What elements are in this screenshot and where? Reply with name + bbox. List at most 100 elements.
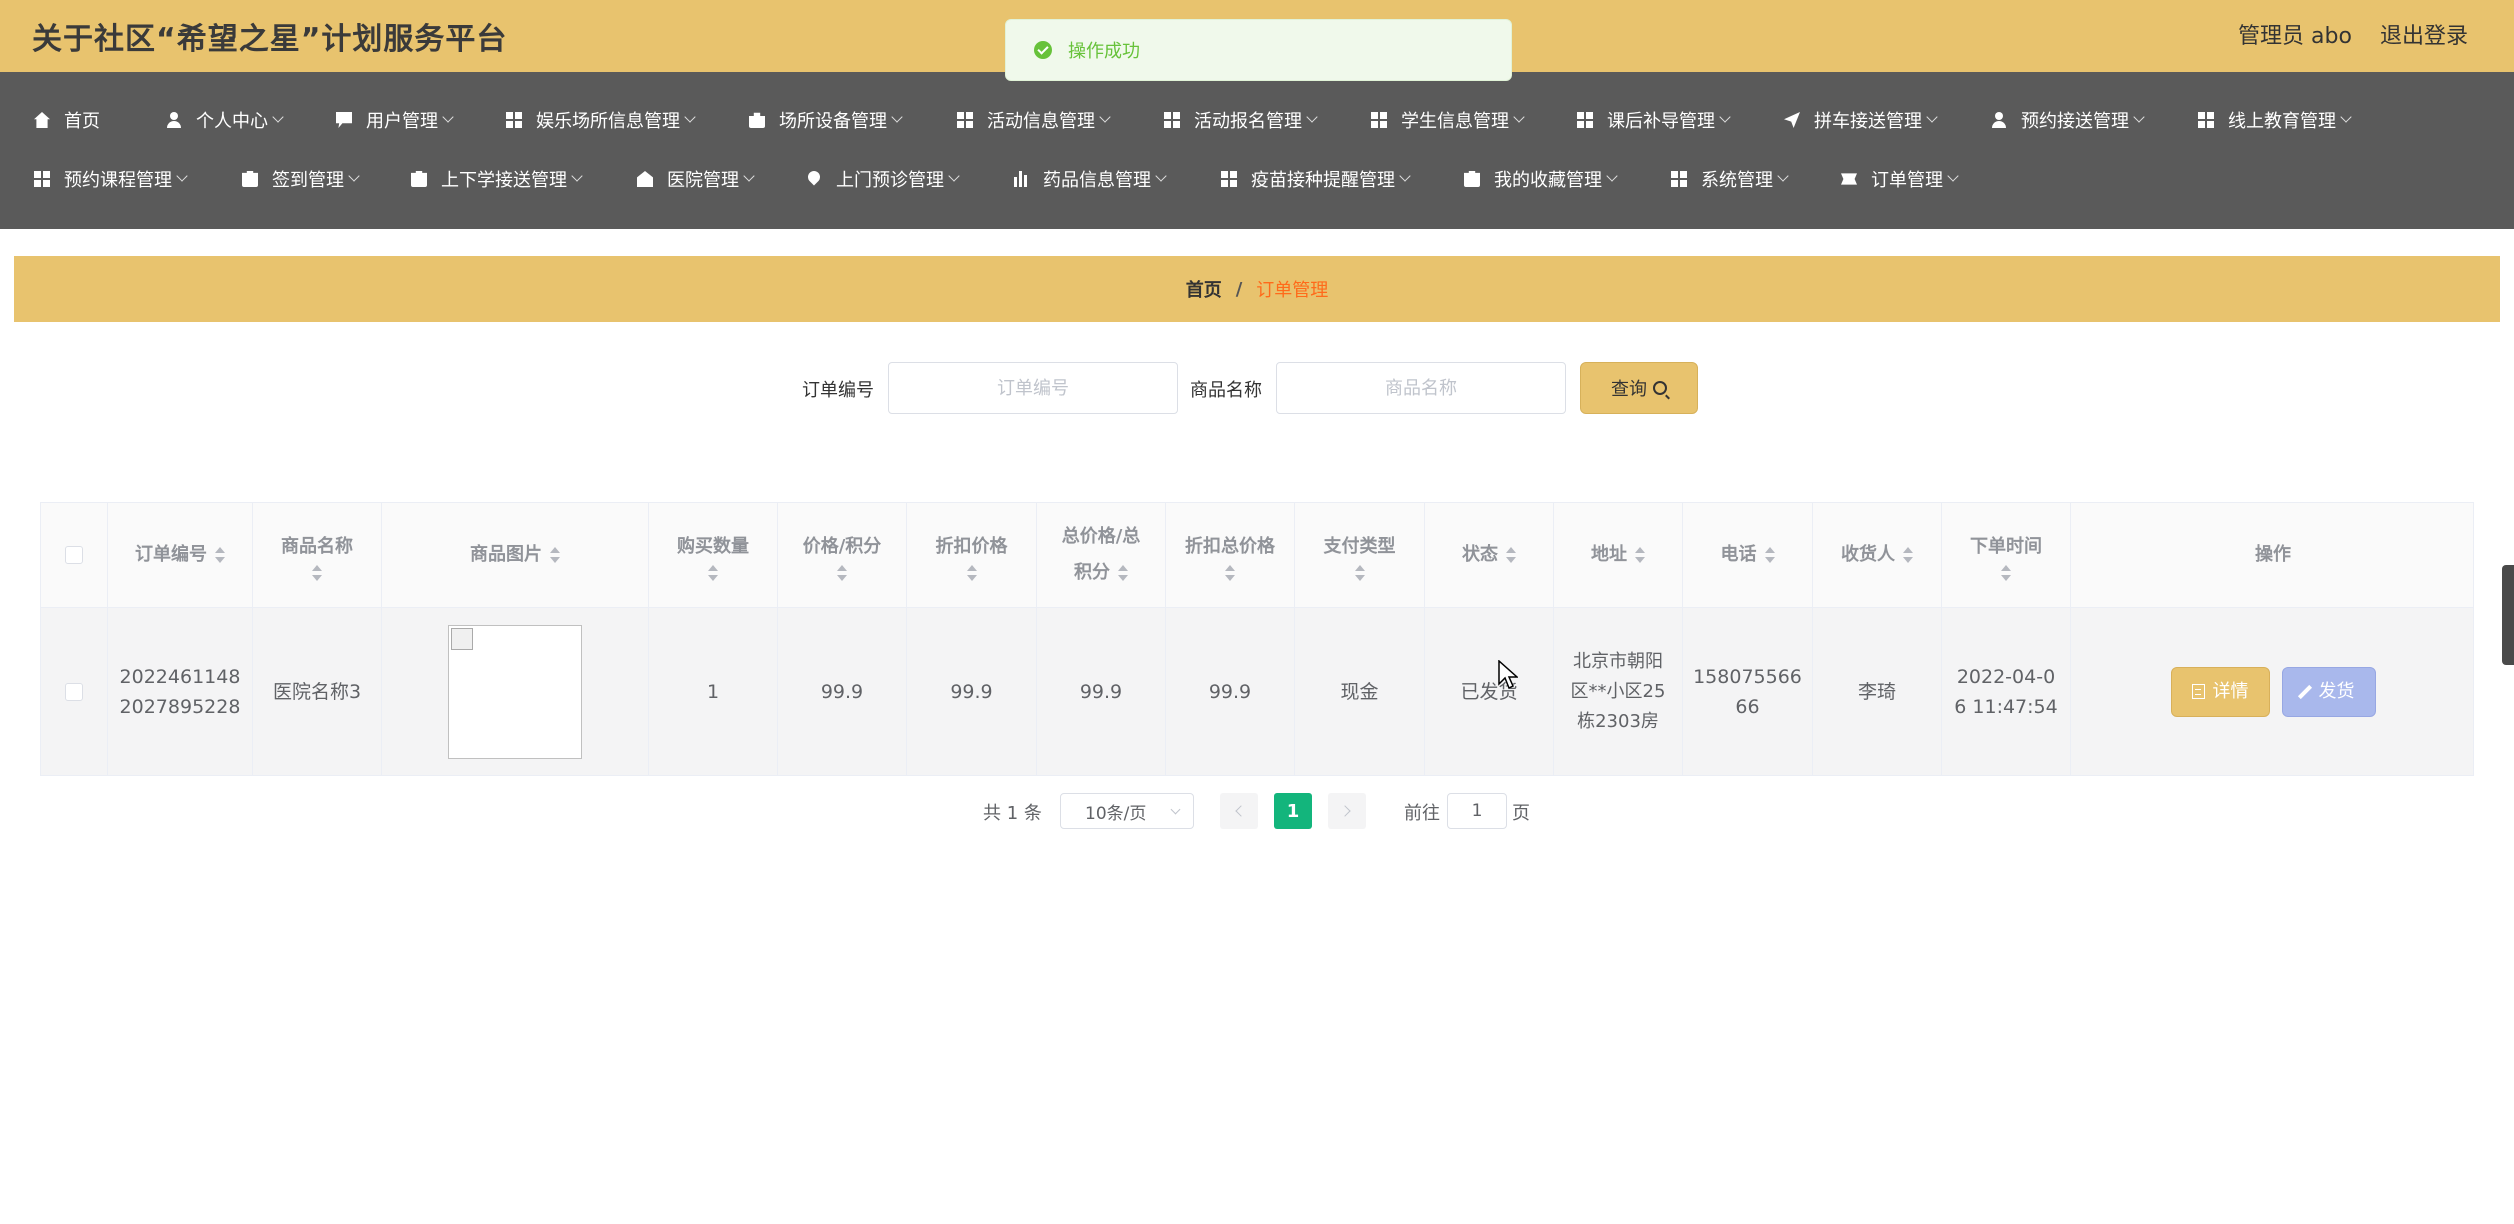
nav-label: 个人中心 [196, 111, 268, 132]
nav-home-diagnosis[interactable]: 上门预诊管理 [806, 162, 960, 196]
sort-icon[interactable] [708, 565, 718, 581]
nav-venue-equipment[interactable]: 场所设备管理 [749, 103, 903, 137]
sort-icon[interactable] [312, 565, 322, 581]
th-product-name[interactable]: 商品名称 [253, 503, 382, 607]
grid-icon [1577, 112, 1593, 128]
th-product-image[interactable]: 商品图片 [382, 503, 649, 607]
clipboard-icon [242, 171, 258, 187]
sort-icon[interactable] [2001, 565, 2011, 581]
nav-activity-info[interactable]: 活动信息管理 [957, 103, 1111, 137]
th-total[interactable]: 总价格/总 积分 [1037, 503, 1166, 607]
chevron-down-icon [1170, 804, 1181, 815]
grid-icon [957, 112, 973, 128]
sort-icon[interactable] [1903, 547, 1913, 563]
pager-total: 共 1 条 [983, 803, 1042, 824]
product-name-input[interactable] [1276, 362, 1566, 414]
th-order-no[interactable]: 订单编号 [108, 503, 253, 607]
sort-icon[interactable] [1225, 565, 1235, 581]
nav-vaccine-reminder[interactable]: 疫苗接种提醒管理 [1221, 162, 1411, 196]
page-size-value: 10条/页 [1085, 803, 1147, 824]
nav-student-info[interactable]: 学生信息管理 [1371, 103, 1525, 137]
th-phone[interactable]: 电话 [1683, 503, 1813, 607]
sort-icon[interactable] [215, 547, 225, 563]
prev-page-button[interactable] [1220, 793, 1258, 829]
nav-course-booking[interactable]: 预约课程管理 [34, 162, 188, 196]
page-size-select[interactable]: 10条/页 [1060, 793, 1194, 829]
ship-button[interactable]: 发货 [2281, 666, 2376, 717]
nav-online-education[interactable]: 线上教育管理 [2198, 103, 2352, 137]
sort-icon[interactable] [1354, 565, 1365, 581]
th-order-time[interactable]: 下单时间 [1942, 503, 2071, 607]
chevron-down-icon [1947, 170, 1959, 182]
nav-system[interactable]: 系统管理 [1671, 162, 1789, 196]
sort-icon[interactable] [1506, 547, 1516, 563]
cell-text: 区**小区25 [1570, 680, 1666, 702]
chevron-down-icon [348, 170, 360, 182]
sort-icon[interactable] [550, 547, 560, 563]
th-receiver[interactable]: 收货人 [1813, 503, 1942, 607]
chevron-down-icon [176, 170, 188, 182]
goto-page-input[interactable] [1447, 793, 1507, 829]
nav-hospital[interactable]: 医院管理 [637, 162, 755, 196]
th-pay-type[interactable]: 支付类型 [1295, 503, 1425, 607]
breadcrumb-home[interactable]: 首页 [1186, 276, 1222, 302]
nav-label: 上门预诊管理 [836, 170, 944, 191]
row-checkbox[interactable] [65, 682, 83, 701]
sort-icon[interactable] [837, 565, 847, 581]
nav-activity-signup[interactable]: 活动报名管理 [1164, 103, 1318, 137]
nav-school-pickup[interactable]: 上下学接送管理 [411, 162, 583, 196]
nav-user-management[interactable]: 用户管理 [336, 103, 454, 137]
nav-medicine-info[interactable]: 药品信息管理 [1013, 162, 1167, 196]
nav-reserve-pickup[interactable]: 预约接送管理 [1991, 103, 2145, 137]
nav-label: 疫苗接种提醒管理 [1251, 170, 1395, 191]
scrollbar-thumb[interactable] [2502, 565, 2514, 665]
th-label: 订单编号 [135, 544, 207, 565]
nav-personal-center[interactable]: 个人中心 [166, 103, 284, 137]
th-price[interactable]: 价格/积分 [778, 503, 907, 607]
logout-link[interactable]: 退出登录 [2380, 18, 2468, 50]
th-quantity[interactable]: 购买数量 [649, 503, 778, 607]
query-button[interactable]: 查询 [1580, 362, 1698, 414]
chevron-down-icon [2133, 111, 2145, 123]
sort-icon[interactable] [1635, 547, 1645, 563]
nav-home[interactable]: 首页 [34, 103, 100, 137]
nav-label: 学生信息管理 [1401, 111, 1509, 132]
td-quantity: 1 [649, 608, 778, 775]
nav-checkin[interactable]: 签到管理 [242, 162, 360, 196]
nav-venue-info[interactable]: 娱乐场所信息管理 [506, 103, 696, 137]
nav-orders[interactable]: 订单管理 [1841, 162, 1959, 196]
nav-carpool[interactable]: 拼车接送管理 [1784, 103, 1938, 137]
page-number-current[interactable]: 1 [1274, 793, 1312, 829]
chevron-down-icon [1399, 170, 1411, 182]
th-discount-total[interactable]: 折扣总价格 [1166, 503, 1295, 607]
product-name-label: 商品名称 [1190, 380, 1262, 401]
site-title: 关于社区“希望之星”计划服务平台 [32, 22, 508, 57]
th-address[interactable]: 地址 [1554, 503, 1683, 607]
sort-icon[interactable] [1118, 565, 1128, 581]
next-page-button[interactable] [1328, 793, 1366, 829]
grid-icon [34, 171, 50, 187]
chevron-down-icon [1777, 170, 1789, 182]
cell-text: 99.9 [820, 680, 864, 703]
th-status[interactable]: 状态 [1425, 503, 1554, 607]
order-no-input[interactable] [888, 362, 1178, 414]
hospital-icon [637, 171, 653, 187]
grid-icon [1671, 171, 1687, 187]
nav-label: 娱乐场所信息管理 [536, 111, 680, 132]
sort-icon[interactable] [966, 565, 977, 581]
product-image-placeholder[interactable] [448, 624, 582, 759]
cell-text: 158075566 [1693, 665, 1802, 688]
sort-icon[interactable] [1764, 547, 1775, 563]
chevron-down-icon [1926, 111, 1938, 123]
td-price: 99.9 [778, 608, 907, 775]
success-toast: 操作成功 [1005, 19, 1512, 81]
detail-button[interactable]: 详情 [2170, 666, 2270, 717]
th-label: 支付类型 [1323, 536, 1396, 557]
nav-after-school[interactable]: 课后补导管理 [1577, 103, 1731, 137]
briefcase-icon [749, 112, 765, 128]
detail-button-label: 详情 [2212, 680, 2249, 702]
th-discount-price[interactable]: 折扣价格 [907, 503, 1037, 607]
select-all-checkbox[interactable] [65, 546, 83, 564]
chevron-down-icon [272, 111, 284, 123]
nav-my-favorites[interactable]: 我的收藏管理 [1464, 162, 1618, 196]
